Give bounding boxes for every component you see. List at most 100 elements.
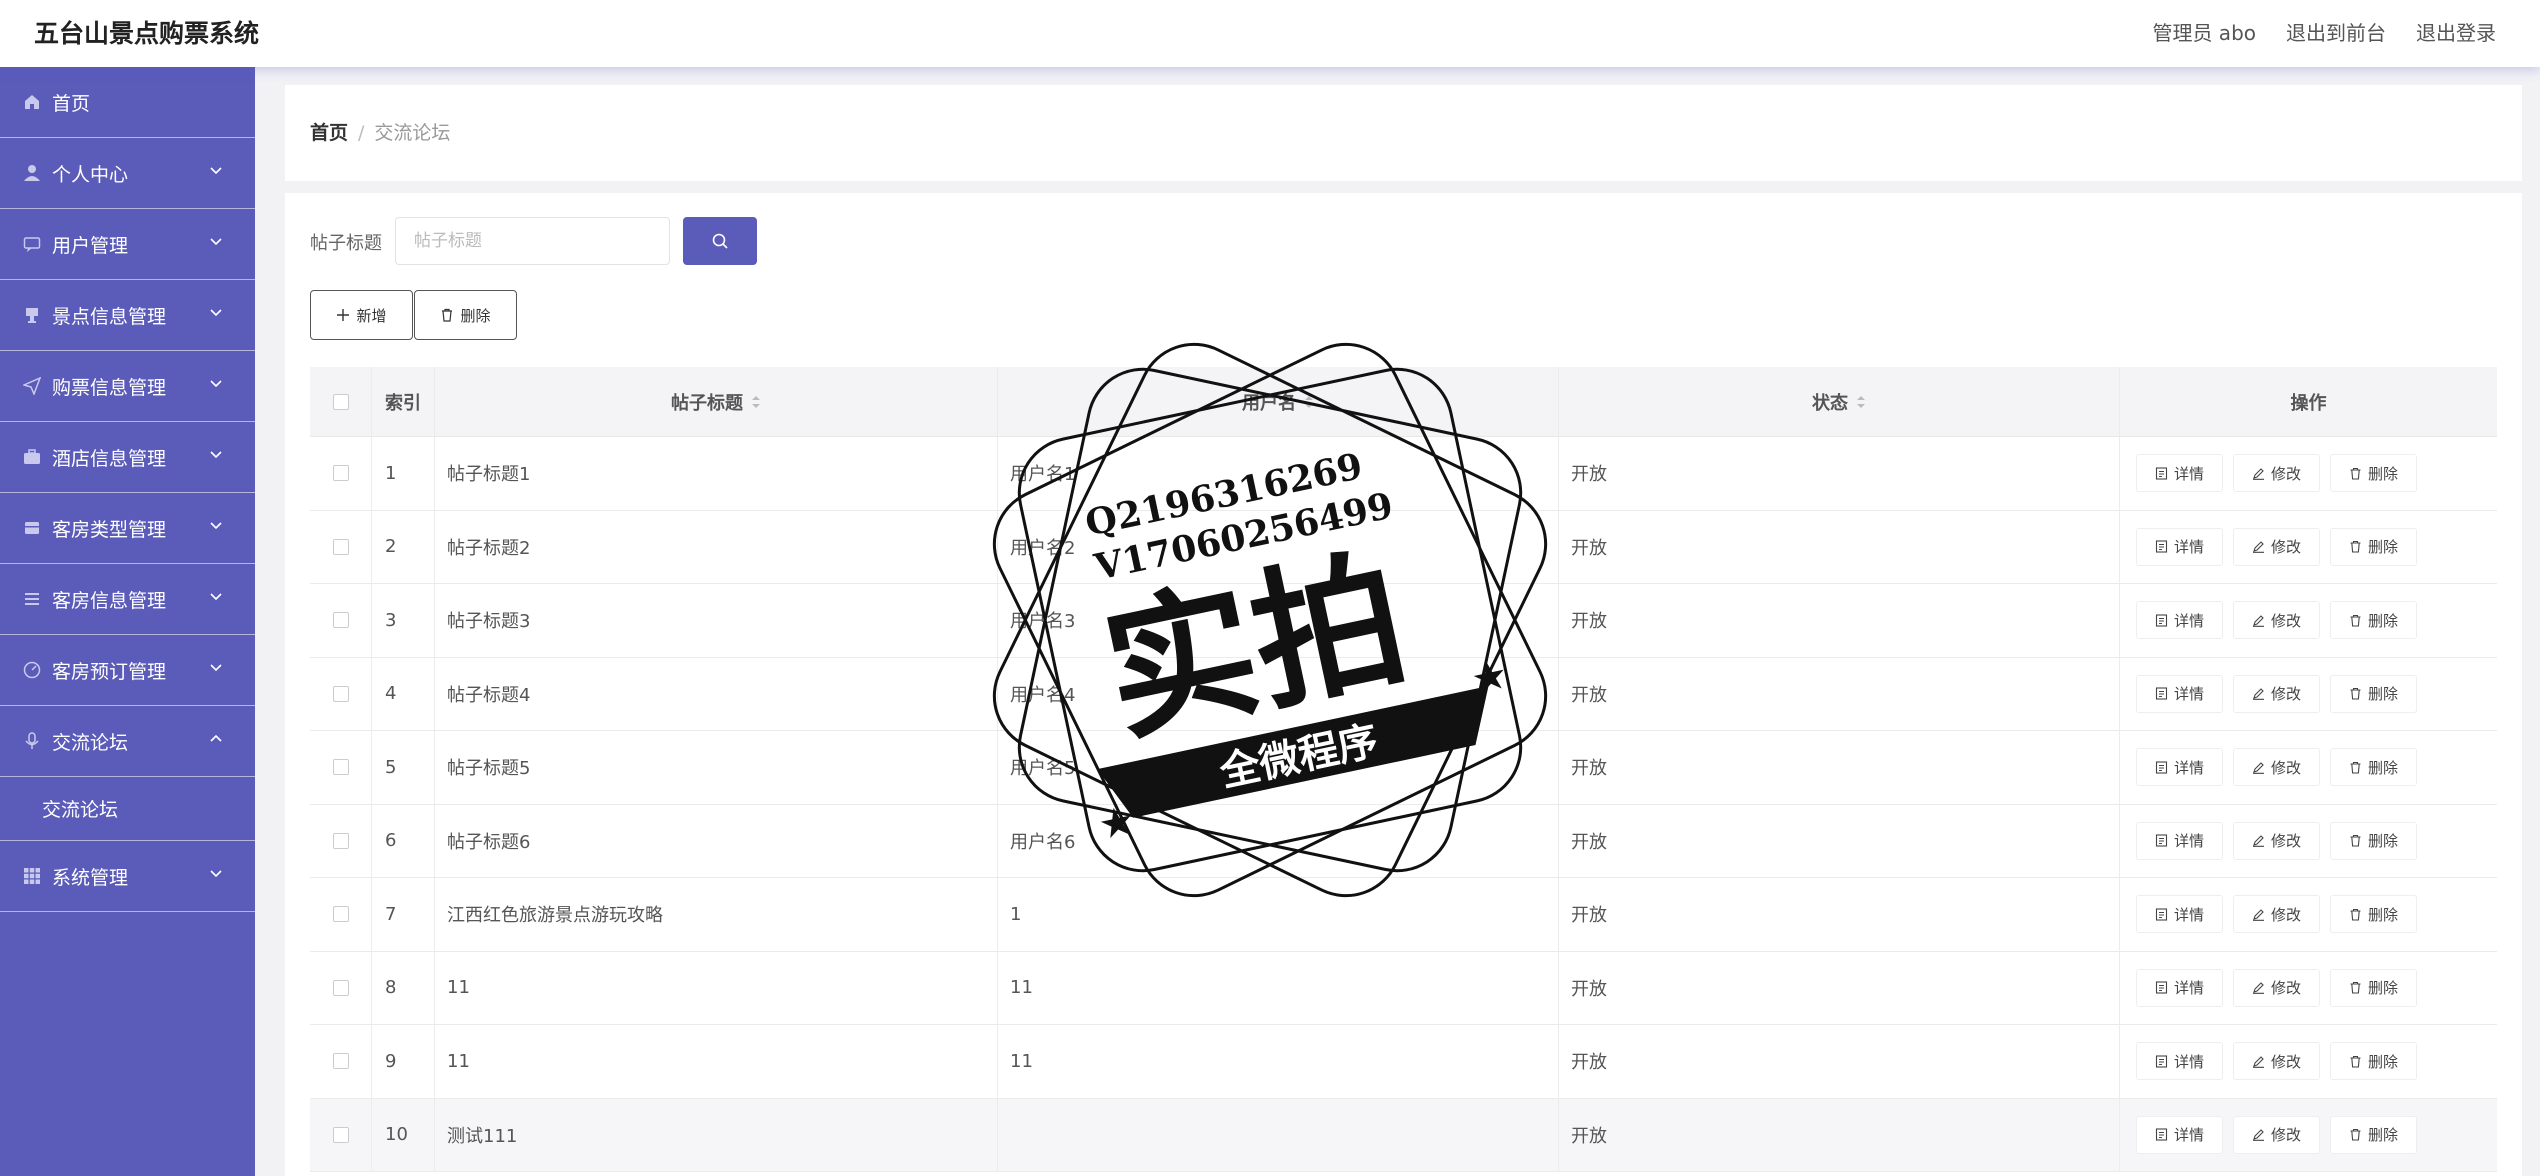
sidebar-item-forum[interactable]: 交流论坛 (0, 706, 255, 777)
row-checkbox[interactable] (332, 979, 349, 996)
delete-label: 删除 (2368, 464, 2399, 483)
detail-button[interactable]: 详情 (2136, 674, 2224, 713)
table-row: 2 帖子标题2 用户名2 开放 详情 修改 删除 (310, 510, 2497, 584)
edit-icon (2253, 541, 2265, 554)
cell-index: 10 (372, 1098, 435, 1171)
breadcrumb-current: 交流论坛 (374, 122, 451, 144)
admin-user-link[interactable]: 管理员 abo (2152, 17, 2256, 46)
edit-label: 修改 (2271, 464, 2302, 483)
select-all-checkbox[interactable] (332, 393, 349, 410)
row-checkbox-cell (310, 437, 372, 510)
add-button[interactable]: 新增 (310, 290, 413, 340)
cell-user (998, 1098, 1559, 1171)
edit-button[interactable]: 修改 (2233, 821, 2321, 860)
delete-button[interactable]: 删除 (2330, 674, 2418, 713)
delete-button[interactable]: 删除 (2330, 601, 2418, 640)
batch-delete-button[interactable]: 删除 (414, 290, 517, 340)
detail-button[interactable]: 详情 (2136, 1042, 2224, 1081)
delete-button[interactable]: 删除 (2330, 1042, 2418, 1081)
row-checkbox[interactable] (332, 906, 349, 923)
sidebar-item-hotel-mgmt[interactable]: 酒店信息管理 (0, 422, 255, 493)
edit-icon (2253, 1055, 2265, 1068)
row-checkbox[interactable] (332, 832, 349, 849)
exit-to-front-link[interactable]: 退出到前台 (2286, 17, 2386, 46)
sidebar-item-scenic-mgmt[interactable]: 景点信息管理 (0, 280, 255, 351)
delete-button[interactable]: 删除 (2330, 895, 2418, 934)
edit-button[interactable]: 修改 (2233, 674, 2321, 713)
delete-button[interactable]: 删除 (2330, 748, 2418, 787)
detail-button[interactable]: 详情 (2136, 601, 2224, 640)
home-icon (22, 92, 42, 112)
sidebar-item-ticket-mgmt[interactable]: 购票信息管理 (0, 351, 255, 422)
delete-label: 删除 (2368, 832, 2399, 851)
cell-ops: 详情 修改 删除 (2120, 952, 2497, 1025)
chevron-down-icon (210, 593, 222, 601)
search-input[interactable] (395, 217, 670, 265)
row-checkbox[interactable] (332, 1053, 349, 1070)
sidebar-item-personal-center[interactable]: 个人中心 (0, 138, 255, 209)
delete-label: 删除 (2368, 979, 2399, 998)
detail-button[interactable]: 详情 (2136, 821, 2224, 860)
edit-button[interactable]: 修改 (2233, 968, 2321, 1007)
edit-button[interactable]: 修改 (2233, 1115, 2321, 1154)
sidebar-item-home[interactable]: 首页 (0, 67, 255, 138)
header-status[interactable]: 状态 (1559, 367, 2120, 436)
grid-icon (22, 866, 42, 886)
detail-button[interactable]: 详情 (2136, 1115, 2224, 1154)
trash-icon (2350, 835, 2361, 847)
sidebar-item-user-mgmt[interactable]: 用户管理 (0, 209, 255, 280)
table-row: 8 11 11 开放 详情 修改 删除 (310, 951, 2497, 1025)
delete-label: 删除 (2368, 685, 2399, 704)
trash-icon (2350, 982, 2361, 994)
table-row: 4 帖子标题4 用户名4 开放 详情 修改 删除 (310, 657, 2497, 731)
row-checkbox[interactable] (332, 465, 349, 482)
row-checkbox[interactable] (332, 685, 349, 702)
edit-button[interactable]: 修改 (2233, 454, 2321, 493)
edit-button[interactable]: 修改 (2233, 748, 2321, 787)
header-title[interactable]: 帖子标题 (435, 367, 998, 436)
trash-icon (2350, 688, 2361, 700)
row-checkbox[interactable] (332, 759, 349, 776)
edit-button[interactable]: 修改 (2233, 601, 2321, 640)
edit-button[interactable]: 修改 (2233, 527, 2321, 566)
cell-ops: 详情 修改 删除 (2120, 878, 2497, 951)
cell-index: 1 (372, 437, 435, 510)
edit-button[interactable]: 修改 (2233, 1042, 2321, 1081)
row-checkbox-cell (310, 878, 372, 951)
sidebar-item-room-info-mgmt[interactable]: 客房信息管理 (0, 564, 255, 635)
cell-status: 开放 (1559, 1025, 2120, 1098)
cell-index: 8 (372, 951, 435, 1024)
sidebar-item-room-type-mgmt[interactable]: 客房类型管理 (0, 493, 255, 564)
cell-user: 11 (998, 951, 1559, 1024)
row-checkbox[interactable] (332, 1126, 349, 1143)
delete-button[interactable]: 删除 (2330, 454, 2418, 493)
delete-button[interactable]: 删除 (2330, 968, 2418, 1007)
detail-button[interactable]: 详情 (2136, 895, 2224, 934)
sidebar-item-label: 用户管理 (52, 234, 129, 257)
chevron-down-icon (210, 522, 222, 530)
sidebar-item-booking-mgmt[interactable]: 客房预订管理 (0, 635, 255, 706)
detail-button[interactable]: 详情 (2136, 748, 2224, 787)
sidebar-item-system-mgmt[interactable]: 系统管理 (0, 841, 255, 912)
header-title-label: 帖子标题 (671, 392, 743, 414)
delete-button[interactable]: 删除 (2330, 527, 2418, 566)
row-checkbox[interactable] (332, 538, 349, 555)
row-checkbox[interactable] (332, 612, 349, 629)
delete-button[interactable]: 删除 (2330, 1115, 2418, 1154)
document-icon (2155, 761, 2168, 774)
edit-button[interactable]: 修改 (2233, 895, 2321, 934)
detail-button[interactable]: 详情 (2136, 527, 2224, 566)
cell-ops: 详情 修改 删除 (2120, 511, 2497, 584)
sidebar-subitem-forum[interactable]: 交流论坛 (0, 777, 255, 841)
detail-label: 详情 (2174, 538, 2205, 557)
edit-label: 修改 (2271, 905, 2302, 924)
logout-link[interactable]: 退出登录 (2416, 17, 2496, 46)
breadcrumb-home[interactable]: 首页 (310, 122, 348, 144)
detail-button[interactable]: 详情 (2136, 968, 2224, 1007)
detail-button[interactable]: 详情 (2136, 454, 2224, 493)
user-icon (22, 163, 42, 183)
header-user[interactable]: 用户名 (998, 367, 1559, 436)
delete-button[interactable]: 删除 (2330, 821, 2418, 860)
header-status-label: 状态 (1812, 392, 1848, 414)
search-button[interactable] (683, 217, 757, 265)
